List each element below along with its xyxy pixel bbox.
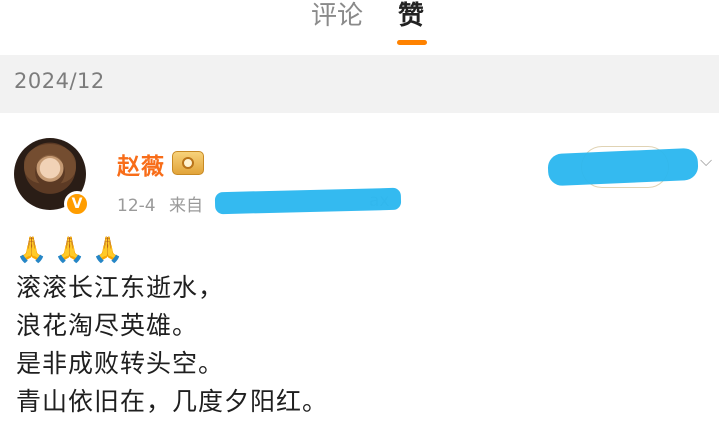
pray-emoji: 🙏 <box>54 235 87 264</box>
content-line: 滚滚长江东逝水， <box>16 273 225 302</box>
redaction-mark <box>214 187 402 215</box>
post-card: V 赵薇 12-4 来自 ax ⌵ 🙏🙏🙏 滚滚长江东逝水， 浪花淘尽英雄。 是… <box>0 113 719 437</box>
emoji-row: 🙏 🙏 🙏 <box>16 231 328 269</box>
post-time: 12-4 <box>117 196 156 216</box>
chevron-down-icon[interactable]: ⌵ <box>700 151 712 171</box>
verified-v-icon: V <box>64 191 90 217</box>
post-content: 🙏 🙏 🙏 滚滚长江东逝水， 浪花淘尽英雄。 是非成败转头空。 青山依旧在，几度夕阳… <box>16 231 328 421</box>
tab-likes[interactable]: 赞 <box>398 0 424 32</box>
date-group-label: 2024/12 <box>14 69 105 93</box>
date-group-header: 2024/12 <box>0 55 719 113</box>
pray-emoji: 🙏 <box>16 235 49 264</box>
content-line: 是非成败转头空。 <box>16 349 225 378</box>
post-meta: 12-4 来自 ax <box>117 191 389 216</box>
content-line: 青山依旧在，几度夕阳红。 <box>16 387 329 416</box>
top-tab-bar: 评论 赞 <box>0 0 719 52</box>
username[interactable]: 赵薇 <box>117 147 165 181</box>
active-tab-indicator <box>397 40 427 45</box>
content-line: 浪花淘尽英雄。 <box>16 311 199 340</box>
redaction-mark <box>547 147 699 187</box>
pray-emoji: 🙏 <box>92 235 125 264</box>
vip-crown-icon[interactable] <box>172 151 204 175</box>
post-source-prefix: 来自 <box>169 196 203 216</box>
tab-comments[interactable]: 评论 <box>311 0 363 32</box>
avatar-image <box>24 144 76 184</box>
